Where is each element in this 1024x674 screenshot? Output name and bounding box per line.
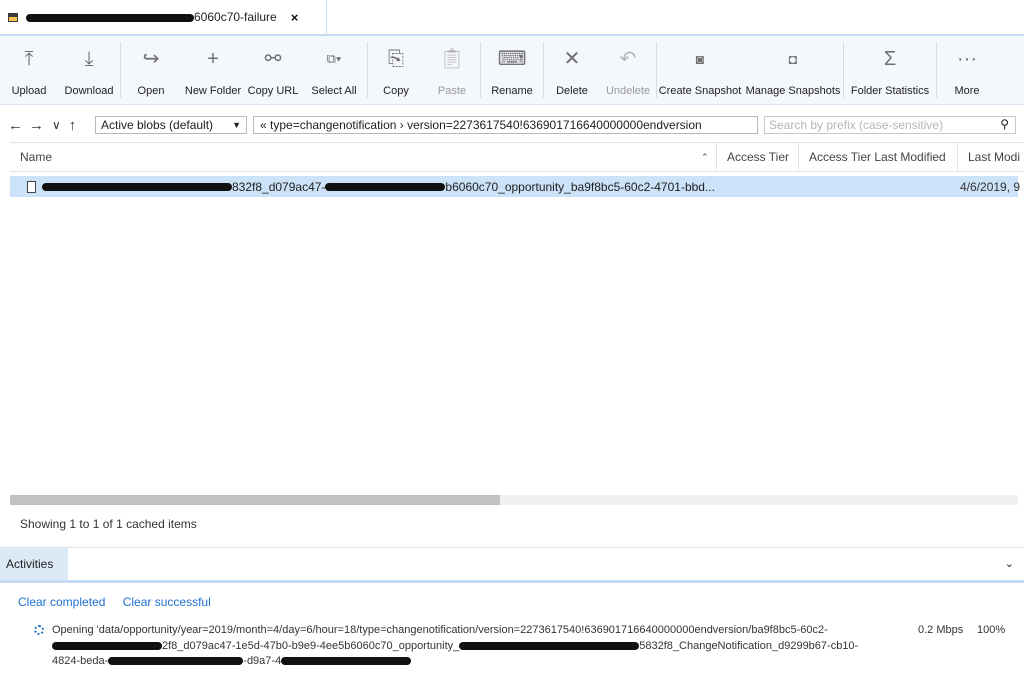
paste-icon: 📋︎ <box>439 48 465 70</box>
redaction <box>52 641 162 650</box>
clear-successful-link[interactable]: Clear successful <box>123 595 211 609</box>
forward-icon[interactable]: → <box>29 117 44 134</box>
sigma-icon: Σ <box>883 48 897 70</box>
scrollbar-thumb[interactable] <box>10 495 500 505</box>
close-icon[interactable]: × <box>291 10 299 25</box>
last-modified-cell: 4/6/2019, 9 <box>960 180 1021 194</box>
new-folder-button[interactable]: + New Folder <box>181 36 245 104</box>
rename-button[interactable]: ⌨ Rename <box>481 36 543 104</box>
plus-icon: + <box>207 48 219 70</box>
activity-message: Opening 'data/opportunity/year=2019/mont… <box>52 624 859 667</box>
redaction <box>459 641 640 650</box>
select-all-icon: ⧉▾ <box>326 51 342 66</box>
column-last-modified[interactable]: Last Modi <box>957 143 1024 171</box>
redaction <box>108 657 244 666</box>
column-header: Name ⌃ Access Tier Access Tier Last Modi… <box>10 142 1024 172</box>
activity-links: Clear completed Clear successful <box>18 595 225 609</box>
sort-up-icon: ⌃ <box>701 152 709 162</box>
tab-activities[interactable]: Activities <box>0 548 68 580</box>
spinner-icon <box>34 625 44 635</box>
chevron-down-icon[interactable]: ⌄ <box>1005 557 1014 570</box>
toolbar: ⤒ Upload ⤓ Download ↪ Open + New Folder ⚯ Cop… <box>0 36 1024 105</box>
redaction <box>325 183 446 192</box>
chevron-down-icon[interactable]: ∨ <box>52 118 61 132</box>
copy-icon: ⎘ <box>388 48 404 70</box>
redaction <box>26 13 194 22</box>
redaction <box>281 657 412 666</box>
activities-bar: Activities ⌄ <box>0 547 1024 583</box>
download-icon: ⤓ <box>84 48 94 70</box>
search-input[interactable] <box>765 117 993 133</box>
tab-blob-container[interactable]: 6060c70-failure × <box>0 0 327 34</box>
manage-snapshots-button[interactable]: ◘ Manage Snapshots <box>743 36 843 104</box>
table-row[interactable]: 832f8_d079ac47- b6060c70_opportunity_ba9f… <box>10 176 1021 197</box>
status-text: Showing 1 to 1 of 1 cached items <box>20 517 197 531</box>
dropdown-caret-icon: ▼ <box>232 120 241 130</box>
clear-completed-link[interactable]: Clear completed <box>18 595 105 609</box>
paste-button[interactable]: 📋︎ Paste <box>424 36 480 104</box>
upload-button[interactable]: ⤒ Upload <box>0 36 58 104</box>
upload-icon: ⤒ <box>24 48 34 70</box>
column-access-tier-last-modified[interactable]: Access Tier Last Modified <box>798 143 958 171</box>
view-select[interactable]: Active blobs (default) ▼ <box>95 116 247 134</box>
progress-percent: 100% <box>977 624 1006 636</box>
path-breadcrumb[interactable]: « type=changenotification › version=2273… <box>253 116 758 134</box>
download-button[interactable]: ⤓ Download <box>58 36 120 104</box>
copy-button[interactable]: ⎘ Copy <box>368 36 424 104</box>
address-bar: ← → ∨ ↑ Active blobs (default) ▼ « type=… <box>0 112 1024 138</box>
column-access-tier[interactable]: Access Tier <box>716 143 798 171</box>
open-icon: ↪ <box>142 48 160 70</box>
delete-button[interactable]: ✕ Delete <box>544 36 600 104</box>
back-icon[interactable]: ← <box>8 117 23 134</box>
folder-statistics-button[interactable]: Σ Folder Statistics <box>844 36 936 104</box>
undelete-button[interactable]: ↶ Undelete <box>600 36 656 104</box>
link-icon: ⚯ <box>264 48 282 70</box>
up-icon[interactable]: ↑ <box>69 117 77 134</box>
horizontal-scrollbar[interactable] <box>10 495 1018 505</box>
delete-icon: ✕ <box>563 48 581 70</box>
camera-icon: ◙ <box>695 51 705 67</box>
tab-strip: 6060c70-failure × <box>0 0 1024 36</box>
manage-snapshots-icon: ◘ <box>788 51 798 67</box>
search-icon[interactable]: ⚲ <box>1000 117 1009 131</box>
blob-name: 832f8_d079ac47- b6060c70_opportunity_ba9f… <box>42 180 715 194</box>
column-name[interactable]: Name ⌃ <box>10 143 715 171</box>
open-button[interactable]: ↪ Open <box>121 36 181 104</box>
container-icon <box>8 12 18 22</box>
undo-icon: ↶ <box>619 48 637 70</box>
create-snapshot-button[interactable]: ◙ Create Snapshot <box>657 36 743 104</box>
redaction <box>42 183 232 192</box>
copy-url-button[interactable]: ⚯ Copy URL <box>245 36 301 104</box>
search-box[interactable]: ⚲ <box>764 116 1016 134</box>
transfer-speed: 0.2 Mbps <box>918 624 964 636</box>
more-button[interactable]: ··· More <box>937 36 997 104</box>
rename-icon: ⌨ <box>497 48 527 70</box>
tab-title: 6060c70-failure <box>26 10 277 24</box>
ellipsis-icon: ··· <box>957 48 977 70</box>
file-icon <box>27 180 36 193</box>
select-all-button[interactable]: ⧉▾ Select All <box>301 36 367 104</box>
